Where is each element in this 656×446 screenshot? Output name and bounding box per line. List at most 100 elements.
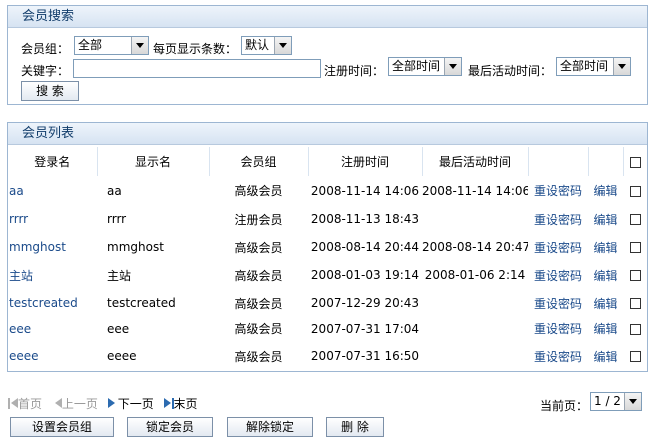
- current-page-value: 1 / 2: [594, 394, 621, 408]
- row-checkbox[interactable]: [629, 242, 641, 253]
- unlock-member-button[interactable]: 解除锁定: [227, 417, 313, 437]
- row-checkbox[interactable]: [629, 214, 641, 225]
- table-row: testcreated testcreated 高级会员 2007-12-29 20:…: [8, 289, 647, 317]
- search-panel: 会员搜索 会员组： 全部 每页显示条数： 默认 关键字： 注册时间： 全部时间 …: [7, 5, 648, 105]
- group-cell: 高级会员: [234, 296, 283, 311]
- edit-link[interactable]: 编辑: [588, 233, 623, 261]
- reset-password-link[interactable]: 重设密码: [528, 340, 588, 372]
- login-cell[interactable]: testcreated: [8, 289, 97, 317]
- edit-link[interactable]: 编辑: [588, 176, 623, 205]
- row-select-cell: [623, 289, 647, 317]
- reset-password-link[interactable]: 重设密码: [528, 289, 588, 317]
- display-name-cell: rrrr: [107, 212, 127, 226]
- chevron-down-icon: [131, 37, 148, 54]
- last-active-select[interactable]: 全部时间: [556, 57, 631, 76]
- search-button[interactable]: 搜 索: [21, 81, 79, 101]
- reset-password-link[interactable]: 重设密码: [528, 317, 588, 340]
- chevron-down-icon: [624, 393, 641, 410]
- display-name-cell: aa: [107, 183, 122, 198]
- last-active-cell: [422, 205, 528, 233]
- reset-password-link[interactable]: 重设密码: [528, 261, 588, 289]
- group-cell: 高级会员: [234, 184, 283, 198]
- chevron-down-icon: [444, 58, 461, 75]
- reg-time-label: 注册时间：: [324, 64, 385, 78]
- column-header-group: 会员组: [209, 147, 309, 176]
- registered-cell: 2008-11-13 18:43: [310, 212, 420, 226]
- edit-link[interactable]: 编辑: [588, 340, 623, 372]
- registered-cell: 2008-11-14 14:06: [310, 183, 420, 198]
- group-cell: 高级会员: [234, 240, 283, 255]
- row-checkbox[interactable]: [629, 270, 641, 281]
- column-header-select: [623, 147, 647, 176]
- current-page-label: 当前页：: [540, 399, 589, 413]
- last-page-link[interactable]: 末页: [163, 397, 198, 411]
- row-select-cell: [623, 176, 647, 205]
- display-name-cell: testcreated: [107, 296, 176, 310]
- row-checkbox[interactable]: [629, 323, 641, 335]
- column-header-display: 显示名: [97, 147, 210, 176]
- first-page-icon: [8, 398, 18, 409]
- prev-page-link[interactable]: 上一页: [52, 397, 98, 411]
- prev-page-icon: [52, 398, 62, 409]
- row-checkbox[interactable]: [629, 351, 641, 362]
- row-select-cell: [623, 205, 647, 233]
- last-active-cell: 2008-01-06 2:14: [424, 268, 526, 282]
- column-header-registered: 注册时间: [308, 147, 423, 176]
- row-select-cell: [623, 261, 647, 289]
- last-active-select-value: 全部时间: [560, 59, 609, 73]
- last-active-cell: 2008-08-14 20:47: [422, 240, 528, 254]
- table-row: eee eee 高级会员 2007-07-31 17:04 重设密码 编辑: [8, 317, 647, 340]
- login-cell[interactable]: 主站: [8, 261, 97, 289]
- column-header-login: 登录名: [8, 147, 98, 176]
- per-page-label: 每页显示条数：: [153, 42, 238, 56]
- next-page-link[interactable]: 下一页: [107, 397, 154, 411]
- reset-password-link[interactable]: 重设密码: [528, 176, 588, 205]
- set-group-button[interactable]: 设置会员组: [10, 417, 114, 437]
- registered-cell: 2007-07-31 16:50: [310, 349, 420, 363]
- next-page-label: 下一页: [117, 397, 154, 411]
- per-page-select[interactable]: 默认: [241, 36, 292, 55]
- select-all-checkbox[interactable]: [629, 156, 641, 168]
- row-select-cell: [623, 233, 647, 261]
- row-select-cell: [623, 340, 647, 372]
- row-checkbox[interactable]: [629, 298, 641, 309]
- reset-password-link[interactable]: 重设密码: [528, 205, 588, 233]
- display-name-cell: eeee: [107, 349, 137, 363]
- first-page-label: 首页: [18, 397, 43, 411]
- reset-password-link[interactable]: 重设密码: [528, 233, 588, 261]
- login-cell[interactable]: eee: [8, 317, 97, 340]
- delete-button[interactable]: 删 除: [326, 417, 384, 437]
- registered-cell: 2007-07-31 17:04: [310, 321, 420, 336]
- last-page-label: 末页: [173, 397, 198, 411]
- current-page-select[interactable]: 1 / 2: [590, 392, 642, 411]
- login-cell[interactable]: rrrr: [8, 205, 97, 233]
- login-cell[interactable]: mmghost: [8, 233, 97, 261]
- login-cell[interactable]: eeee: [8, 340, 97, 372]
- last-active-cell: [422, 317, 528, 340]
- lock-member-button[interactable]: 锁定会员: [127, 417, 213, 437]
- group-cell: 高级会员: [234, 268, 283, 283]
- registered-cell: 2008-01-03 19:14: [310, 268, 420, 282]
- login-cell[interactable]: aa: [8, 176, 97, 205]
- row-checkbox[interactable]: [629, 185, 641, 197]
- first-page-link[interactable]: 首页: [8, 397, 42, 411]
- table-row: rrrr rrrr 注册会员 2008-11-13 18:43 重设密码 编辑: [8, 205, 647, 233]
- edit-link[interactable]: 编辑: [588, 205, 623, 233]
- chevron-down-icon: [613, 58, 630, 75]
- display-name-cell: 主站: [107, 268, 132, 283]
- last-active-cell: [422, 340, 528, 372]
- table-header-row: 登录名 显示名 会员组 注册时间 最后活动时间: [8, 147, 647, 176]
- next-page-icon: [107, 398, 118, 409]
- group-select-value: 全部: [78, 38, 103, 52]
- group-select[interactable]: 全部: [74, 36, 149, 55]
- edit-link[interactable]: 编辑: [588, 289, 623, 317]
- edit-link[interactable]: 编辑: [588, 261, 623, 289]
- edit-link[interactable]: 编辑: [588, 317, 623, 340]
- member-table: 登录名 显示名 会员组 注册时间 最后活动时间 aa aa 高级会员 2008-11-…: [8, 147, 647, 372]
- row-select-cell: [623, 317, 647, 340]
- member-list-panel: 会员列表 登录名 显示名 会员组 注册时间 最后活动时间 aa aa 高级会员 200…: [7, 122, 648, 372]
- keyword-input[interactable]: [73, 59, 321, 78]
- last-active-label: 最后活动时间：: [468, 64, 553, 78]
- reg-time-select[interactable]: 全部时间: [388, 57, 462, 76]
- member-list-title: 会员列表: [8, 123, 647, 145]
